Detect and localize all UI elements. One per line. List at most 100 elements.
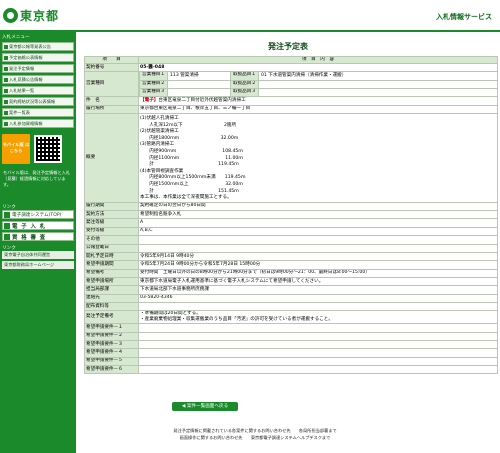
- field-label: 概要: [84, 113, 139, 203]
- sidebar-other-heading: リンク: [2, 246, 16, 251]
- link-finance-bureau[interactable]: 東京都財務局ホームページ: [2, 261, 74, 269]
- sidebar-item-qualification[interactable]: 入札参加資格情報: [2, 119, 74, 128]
- table-row: 受付等級 A,B,C: [84, 226, 498, 237]
- arrow-icon: [4, 88, 8, 93]
- page-title: 発注予定表: [268, 42, 308, 51]
- application-note: 受付時間 土曜日以外の日の8時00分から21時00分まで（初日は9時00分～21…: [138, 268, 498, 278]
- link-label: 電 子 入 札: [12, 223, 47, 230]
- mobile-note: モバイル版は、発注予定情報と入札（見積）経過情報に対応しています。: [3, 170, 71, 187]
- back-to-list-button[interactable]: ◀ 案件一覧画面へ戻る: [172, 402, 238, 411]
- project-name-cell: 【電子】台東区竜泉二丁目付近外伏越管渠内清掃工: [138, 96, 498, 106]
- footer-line: 画面操作に関するお問い合わせ先 東京都電子調達システムヘルプデスクまで: [179, 434, 331, 440]
- table-row: 件 名 【電子】台東区竜泉二丁目付近外伏越管渠内清掃工: [84, 96, 498, 106]
- arrow-icon: [4, 44, 8, 49]
- table-row: 契約方法 希望制指名競争入札: [84, 210, 498, 220]
- table-row: 希望備考 受付時間 土曜日以外の日の8時00分から21時00分まで（初日は9時0…: [84, 268, 498, 278]
- sub-label: 営業種目２: [139, 81, 168, 88]
- field-label: 希望申請要件－６: [84, 364, 139, 375]
- field-label: 営業種目: [84, 71, 139, 98]
- contract-method: 希望制指名競争入札: [138, 210, 498, 220]
- field-label: 受付等級: [84, 226, 139, 237]
- sidebar-item-label: 東京都公報等発表公告: [9, 43, 51, 49]
- field-label: 契約方法: [84, 210, 139, 220]
- table-row: 契約番号 05-醤-048: [84, 62, 498, 73]
- header-content: 項 目 内 容: [138, 56, 498, 64]
- sub-label: 取扱品目２: [229, 81, 259, 88]
- business-cell: 営業種目１ 113 管渠清掃 取扱品目１ 01 下水道管渠内清掃（清掃作業・運搬…: [139, 72, 497, 80]
- mobile-version-button[interactable]: モバイル版 はこちら: [2, 134, 30, 164]
- sidebar: 入札メニュー 東京都公報等発表公告 予定価格公表情報 発注予定情報 入札見積公告…: [0, 32, 76, 453]
- location: 東京都台東区竜泉二丁目、根岸五丁目、三ノ輪一丁目: [138, 104, 498, 115]
- table-row: 連絡先 03-5820-4346: [84, 293, 498, 303]
- item-1-value: 01 下水道管渠内清掃（清掃作業・運搬）: [260, 73, 347, 79]
- arrow-icon: [4, 222, 10, 229]
- sidebar-links-heading: リンク: [2, 205, 16, 210]
- arrow-icon: [4, 110, 8, 115]
- table-row: 公報登載日: [84, 243, 498, 253]
- field-label: 連絡先: [84, 293, 139, 303]
- link-e-bidding[interactable]: 電 子 入 札: [2, 221, 74, 230]
- field-label: 希望申請要件－５: [84, 356, 139, 366]
- sidebar-item-bid-notice[interactable]: 入札見積公告情報: [2, 75, 74, 84]
- business-1-value: 113 管渠清掃: [169, 73, 199, 79]
- overview-line: 内径1500ｍｍ以上 32.00ｍ: [140, 182, 243, 187]
- order-grade: A: [138, 218, 498, 228]
- accept-grade: A,B,C: [138, 226, 498, 237]
- arrow-icon: [4, 121, 8, 126]
- requirement-value: [138, 331, 498, 341]
- business-cell: 営業種目２ 取扱品目２: [139, 81, 497, 88]
- order-note-line: ・産業廃棄物処理業・収集運搬業のうち品目「汚泥」の許可を受けている者が運搬するこ…: [140, 317, 333, 323]
- field-label: 希望申請要件－１: [84, 323, 139, 333]
- publication-date: [138, 243, 498, 253]
- table-row: 発注等級 A: [84, 218, 498, 228]
- field-label: 希望申請場所: [84, 276, 139, 287]
- table-row: 配布資料等: [84, 301, 498, 312]
- sidebar-item-contract-status[interactable]: 契約締結状況等公表情報: [2, 97, 74, 106]
- table-header-row: 項 目 項 目 内 容: [84, 56, 498, 64]
- requirement-value: [138, 339, 498, 350]
- overview: (1)伏越人孔清掃工 人孔深12ｍ以下 2箇所 (2)伏越管渠清掃工 内径180…: [138, 113, 498, 203]
- application-place: 東京都下水道局電子入札運用基準に基づく電子入札システムにて希望申請してください。: [138, 276, 498, 287]
- link-qualification[interactable]: 資 格 審 査: [2, 232, 74, 241]
- service-title: 入札情報サービス: [436, 13, 492, 21]
- table-row: 希望申請場所 東京都下水道局電子入札運用基準に基づく電子入札システムにて希望申請…: [84, 276, 498, 287]
- overview-line: 人孔深12ｍ以下 2箇所: [140, 122, 237, 128]
- field-label: 希望申請要件－２: [84, 331, 139, 341]
- overview-line: 内径900ｍｍ 108.45ｍ: [140, 149, 243, 155]
- period: 契約確定の日の翌日から80日間: [138, 201, 498, 212]
- opening-date: 令和5年9月14日 9時40分: [138, 251, 498, 262]
- overview-line: 計 119.45ｍ: [140, 162, 239, 168]
- sidebar-item-label: 入札見積公告情報: [9, 76, 43, 82]
- header-item: 項 目: [84, 56, 139, 64]
- sidebar-item-order-schedule[interactable]: 発注予定情報: [2, 64, 74, 73]
- field-label: 担当局部課: [84, 285, 139, 295]
- arrow-icon: [4, 77, 8, 82]
- arrow-icon: [4, 99, 8, 104]
- link-e-government[interactable]: 東京電子自治体共同運営: [2, 251, 74, 259]
- business-row-3: 営業種目３ 取扱品目３: [138, 88, 498, 98]
- sidebar-menu-heading: 入札メニュー: [2, 35, 30, 40]
- table-row: 担当局部課 下水道局北部下水道事務所庶務課: [84, 285, 498, 295]
- arrow-icon: [4, 66, 8, 71]
- back-to-list-label: 案件一覧画面へ戻る: [186, 404, 229, 409]
- sidebar-item-project-list[interactable]: 案件一覧表: [2, 108, 74, 117]
- tokyo-logo[interactable]: 東京都: [3, 7, 59, 23]
- sidebar-item-public-notice[interactable]: 東京都公報等発表公告: [2, 42, 74, 51]
- sidebar-item-bid-results[interactable]: 入札結果一覧: [2, 86, 74, 95]
- business-row-1: 営業種目１ 113 管渠清掃 取扱品目１ 01 下水道管渠内清掃（清掃作業・運搬…: [138, 71, 498, 81]
- field-label: 発注等級: [84, 218, 139, 228]
- sidebar-item-label: 契約締結状況等公表情報: [9, 98, 56, 104]
- field-label: その他: [84, 235, 139, 245]
- overview-line: 本工事は、本作業は全て深夜間施工とする。: [140, 195, 232, 201]
- overview-line: (2)伏越管渠清掃工: [140, 129, 179, 135]
- table-row: 希望申請要件－１: [84, 323, 498, 333]
- sidebar-item-label: 入札結果一覧: [9, 87, 35, 93]
- table-row: 履行期間 契約確定の日の翌日から80日間: [84, 201, 498, 212]
- contact: 03-5820-4346: [138, 293, 498, 303]
- sidebar-item-label: 予定価格公表情報: [9, 54, 43, 60]
- sidebar-item-estimated-price[interactable]: 予定価格公表情報: [2, 53, 74, 62]
- table-row: 希望申請要件－６: [84, 364, 498, 375]
- table-row: 希望申請要件－５: [84, 356, 498, 366]
- link-e-procurement-top[interactable]: 電子調達システム(TOP): [2, 210, 74, 219]
- tokyo-emblem-icon: [3, 7, 18, 23]
